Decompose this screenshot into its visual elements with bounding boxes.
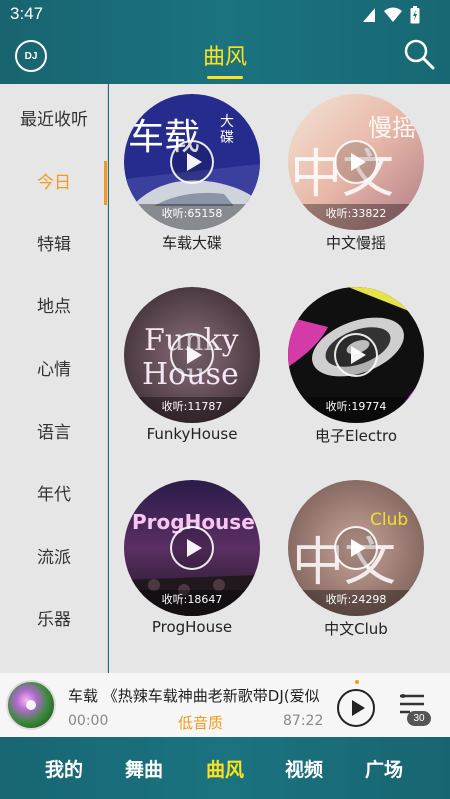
signal-icon [363, 8, 375, 22]
genre-title: 车载大碟 [161, 234, 222, 252]
quality-toggle[interactable]: 低音质 [178, 712, 223, 733]
listen-count: 收听:19774 [288, 397, 424, 423]
genre-title: 中文慢摇 [325, 234, 386, 252]
sidebar-item-genre[interactable]: 流派 [0, 538, 108, 578]
bottom-nav: 我的 舞曲 曲风 视频 广场 [0, 737, 450, 799]
genre-title: 中文Club [324, 620, 388, 638]
header: DJ 曲风 [0, 30, 450, 84]
genre-card[interactable]: ProgHouse 收听:18647 ProgHouse [117, 472, 267, 652]
top-bar: 3:47 DJ 曲风 [0, 0, 450, 84]
mini-player: 车载 《热辣车载神曲老新歌带DJ(爱似 00:00 低音质 87:22 30 [0, 673, 450, 737]
sidebar-active-indicator [104, 161, 107, 205]
listen-count: 收听:24298 [288, 590, 424, 616]
genre-cover[interactable]: 中文 Club 收听:24298 [288, 480, 424, 616]
song-title[interactable]: 车载 《热辣车载神曲老新歌带DJ(爱似 [68, 685, 324, 705]
battery-icon [410, 6, 420, 24]
genre-title: 电子Electro [314, 427, 398, 445]
sidebar-item-recent[interactable]: 最近收听 [0, 100, 108, 140]
wifi-icon [384, 7, 402, 22]
sidebar-item-instrument[interactable]: 乐器 [0, 600, 108, 640]
listen-count: 收听:18647 [124, 590, 260, 616]
genre-title: FunkyHouse [146, 425, 238, 443]
sidebar-item-language[interactable]: 语言 [0, 413, 108, 453]
play-icon[interactable] [170, 526, 214, 570]
sidebar-item-special[interactable]: 特辑 [0, 225, 108, 265]
playlist-count-badge: 30 [407, 711, 431, 726]
current-time: 00:00 [68, 713, 109, 729]
status-icons [362, 6, 420, 24]
dj-logo-icon[interactable]: DJ [15, 40, 47, 72]
genre-card[interactable]: 收听:19774 电子Electro [281, 279, 431, 459]
nav-item-mine[interactable]: 我的 [24, 755, 104, 782]
genre-grid: 车载 大碟 收听:65158 车载大碟 中文 慢摇 收听:33822 中文慢摇 … [109, 84, 450, 673]
listen-count: 收听:11787 [124, 397, 260, 423]
genre-card[interactable]: 中文 Club 收听:24298 中文Club [281, 472, 431, 652]
progress-indicator [355, 680, 359, 684]
page-title: 曲风 [202, 45, 247, 70]
genre-cover[interactable]: Funky House 收听:11787 [124, 287, 260, 423]
play-icon[interactable] [170, 333, 214, 377]
nav-item-dance[interactable]: 舞曲 [104, 755, 184, 782]
genre-card[interactable]: Funky House 收听:11787 FunkyHouse [117, 279, 267, 459]
status-bar: 3:47 [0, 0, 450, 30]
sidebar-item-mood[interactable]: 心情 [0, 350, 108, 390]
genre-cover[interactable]: 收听:19774 [288, 287, 424, 423]
listen-count: 收听:33822 [288, 204, 424, 230]
genre-cover[interactable]: 车载 大碟 收听:65158 [124, 94, 260, 230]
play-icon[interactable] [334, 526, 378, 570]
sidebar-item-era[interactable]: 年代 [0, 475, 108, 515]
genre-cover[interactable]: ProgHouse 收听:18647 [124, 480, 260, 616]
app-root: 3:47 DJ 曲风 最近收听 今日 特辑 地点 心情 语言 年代 流派 乐器 … [0, 0, 450, 799]
genre-title: ProgHouse [151, 618, 233, 636]
category-sidebar: 最近收听 今日 特辑 地点 心情 语言 年代 流派 乐器 [0, 84, 108, 673]
play-icon[interactable] [170, 140, 214, 184]
listen-count: 收听:65158 [124, 204, 260, 230]
genre-cover[interactable]: 中文 慢摇 收听:33822 [288, 94, 424, 230]
nav-item-square[interactable]: 广场 [344, 755, 424, 782]
player-cover[interactable] [6, 680, 56, 730]
cover-text: 慢摇 [368, 114, 416, 142]
nav-item-style[interactable]: 曲风 [185, 755, 265, 782]
sidebar-item-place[interactable]: 地点 [0, 287, 108, 327]
genre-card[interactable]: 中文 慢摇 收听:33822 中文慢摇 [281, 86, 431, 266]
total-time: 87:22 [283, 713, 324, 729]
title-underline [207, 76, 243, 79]
status-time: 3:47 [10, 4, 44, 23]
genre-card[interactable]: 车载 大碟 收听:65158 车载大碟 [117, 86, 267, 266]
play-icon[interactable] [334, 140, 378, 184]
nav-item-video[interactable]: 视频 [264, 755, 344, 782]
sidebar-item-today[interactable]: 今日 [0, 163, 108, 203]
cover-text: 大碟 [220, 114, 234, 146]
play-icon[interactable] [334, 333, 378, 377]
play-button[interactable] [337, 689, 375, 727]
search-icon[interactable] [403, 38, 435, 70]
cover-text: Club [370, 510, 409, 530]
